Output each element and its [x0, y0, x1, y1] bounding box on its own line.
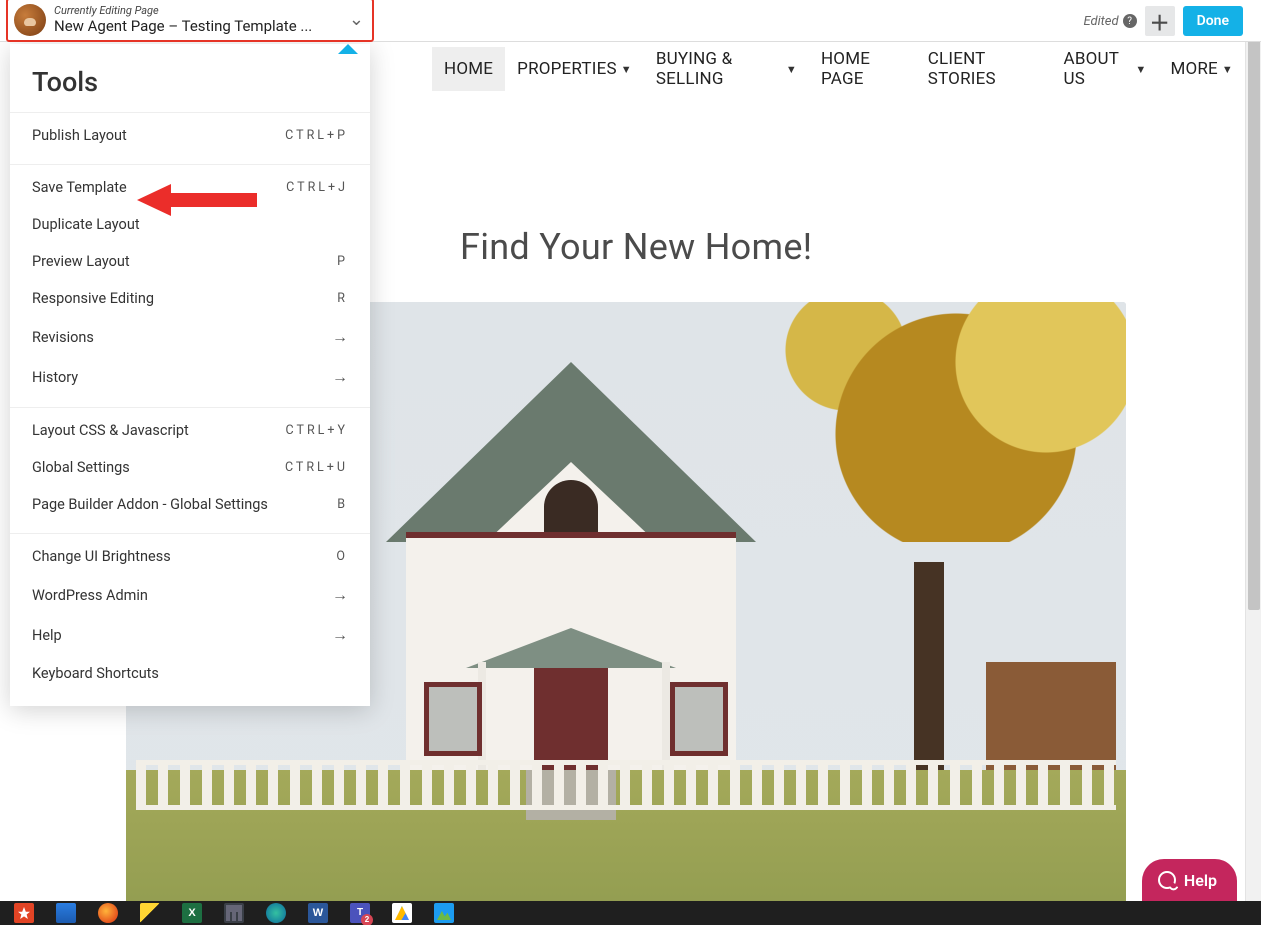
- tool-label: Save Template: [32, 179, 127, 196]
- chevron-down-icon: ▼: [1135, 63, 1146, 76]
- edited-label: Edited: [1083, 14, 1118, 29]
- tool-label: Duplicate Layout: [32, 216, 140, 233]
- tools-panel: Tools Publish Layout CTRL+P Save Templat…: [10, 44, 370, 706]
- nav-properties[interactable]: PROPERTIES ▼: [505, 47, 644, 91]
- vertical-scrollbar[interactable]: [1245, 0, 1261, 925]
- tool-revisions[interactable]: Revisions →: [10, 317, 370, 357]
- tool-label: Change UI Brightness: [32, 548, 171, 565]
- tool-label: Revisions: [32, 329, 94, 346]
- calculator-icon[interactable]: [224, 903, 244, 923]
- tool-history[interactable]: History →: [10, 357, 370, 397]
- nav-label: HOME PAGE: [821, 49, 904, 89]
- help-widget[interactable]: Help: [1142, 859, 1237, 901]
- tool-layout-css-js[interactable]: Layout CSS & Javascript CTRL+Y: [10, 412, 370, 449]
- tool-shortcut: CTRL+U: [285, 460, 348, 475]
- tool-label: Preview Layout: [32, 253, 130, 270]
- plus-icon: ＋: [1150, 7, 1170, 36]
- nav-label: MORE: [1170, 59, 1217, 79]
- page-switcher[interactable]: Currently Editing Page New Agent Page – …: [6, 0, 374, 42]
- tool-responsive-editing[interactable]: Responsive Editing R: [10, 280, 370, 317]
- help-label: Help: [1184, 871, 1217, 890]
- tool-change-brightness[interactable]: Change UI Brightness O: [10, 538, 370, 575]
- main-nav: HOME PROPERTIES ▼ BUYING & SELLING ▼ HOME …: [432, 44, 1245, 94]
- tool-keyboard-shortcuts[interactable]: Keyboard Shortcuts: [10, 655, 370, 692]
- tool-shortcut: CTRL+J: [286, 180, 348, 195]
- notification-badge: 2: [361, 914, 373, 925]
- tool-label: Keyboard Shortcuts: [32, 665, 159, 682]
- nav-home-page[interactable]: HOME PAGE: [809, 37, 916, 101]
- tool-label: Publish Layout: [32, 127, 127, 144]
- arrow-right-icon: →: [332, 367, 348, 387]
- nav-buying-selling[interactable]: BUYING & SELLING ▼: [644, 37, 809, 101]
- chat-icon: [1158, 871, 1176, 889]
- tools-group: Save Template CTRL+J Duplicate Layout Pr…: [10, 164, 370, 397]
- tool-global-settings[interactable]: Global Settings CTRL+U: [10, 449, 370, 486]
- edge-icon[interactable]: [266, 903, 286, 923]
- tool-duplicate-layout[interactable]: Duplicate Layout: [10, 206, 370, 243]
- nav-label: CLIENT STORIES: [928, 49, 1040, 89]
- chevron-down-icon: ▼: [786, 63, 797, 76]
- edited-indicator[interactable]: Edited ?: [1083, 14, 1136, 29]
- chevron-down-icon: ▼: [1222, 63, 1233, 76]
- tool-save-template[interactable]: Save Template CTRL+J: [10, 169, 370, 206]
- help-icon: ?: [1123, 14, 1137, 28]
- firefox-icon[interactable]: [98, 903, 118, 923]
- word-icon[interactable]: W: [308, 903, 328, 923]
- drive-icon[interactable]: [392, 903, 412, 923]
- tool-label: Global Settings: [32, 459, 130, 476]
- page-title: New Agent Page – Testing Template ...: [54, 17, 344, 35]
- teams-icon[interactable]: T2: [350, 903, 370, 923]
- sticky-notes-icon[interactable]: [140, 903, 160, 923]
- nav-label: HOME: [444, 59, 493, 79]
- arrow-right-icon: →: [332, 327, 348, 347]
- tool-label: Help: [32, 627, 62, 644]
- nav-home[interactable]: HOME: [432, 47, 505, 91]
- tools-group: Layout CSS & Javascript CTRL+Y Global Se…: [10, 407, 370, 523]
- done-button[interactable]: Done: [1183, 6, 1243, 36]
- tool-label: Page Builder Addon - Global Settings: [32, 496, 268, 513]
- arrow-right-icon: →: [332, 625, 348, 645]
- tool-shortcut: O: [336, 549, 348, 564]
- tool-label: Responsive Editing: [32, 290, 154, 307]
- tool-preview-layout[interactable]: Preview Layout P: [10, 243, 370, 280]
- nav-label: PROPERTIES: [517, 59, 617, 79]
- add-content-button[interactable]: ＋: [1145, 6, 1175, 36]
- tool-publish-layout[interactable]: Publish Layout CTRL+P: [10, 117, 370, 154]
- tool-shortcut: P: [337, 254, 348, 269]
- nav-client-stories[interactable]: CLIENT STORIES: [916, 37, 1052, 101]
- nav-label: ABOUT US: [1064, 49, 1132, 89]
- tool-help[interactable]: Help →: [10, 615, 370, 655]
- chevron-down-icon: ⌄: [349, 9, 364, 30]
- nav-more[interactable]: MORE ▼: [1158, 47, 1245, 91]
- photos-icon[interactable]: [434, 903, 454, 923]
- tool-shortcut: CTRL+P: [285, 128, 348, 143]
- excel-icon[interactable]: X: [182, 903, 202, 923]
- tool-shortcut: CTRL+Y: [286, 423, 348, 438]
- nav-label: BUYING & SELLING: [656, 49, 782, 89]
- nav-about-us[interactable]: ABOUT US▼: [1052, 37, 1159, 101]
- tool-shortcut: B: [337, 497, 348, 512]
- tools-group: Publish Layout CTRL+P: [10, 112, 370, 154]
- tool-wordpress-admin[interactable]: WordPress Admin →: [10, 575, 370, 615]
- editing-label: Currently Editing Page: [54, 4, 349, 17]
- taskbar-app-icon[interactable]: [14, 903, 34, 923]
- scrollbar-thumb[interactable]: [1248, 0, 1260, 610]
- chevron-down-icon: ▼: [621, 63, 632, 76]
- taskbar-app-icon[interactable]: [56, 903, 76, 923]
- hero-title: Find Your New Home!: [460, 226, 812, 268]
- os-taskbar: X W T2: [0, 901, 1261, 925]
- tool-label: WordPress Admin: [32, 587, 148, 604]
- arrow-right-icon: →: [332, 585, 348, 605]
- tool-shortcut: R: [337, 291, 348, 306]
- tools-heading: Tools: [10, 48, 370, 102]
- tool-label: Layout CSS & Javascript: [32, 422, 189, 439]
- tool-label: History: [32, 369, 78, 386]
- tool-addon-global-settings[interactable]: Page Builder Addon - Global Settings B: [10, 486, 370, 523]
- builder-topbar: Currently Editing Page New Agent Page – …: [0, 0, 1261, 42]
- tools-group: Change UI Brightness O WordPress Admin →…: [10, 533, 370, 692]
- done-label: Done: [1197, 13, 1229, 29]
- beaver-builder-icon: [14, 4, 46, 36]
